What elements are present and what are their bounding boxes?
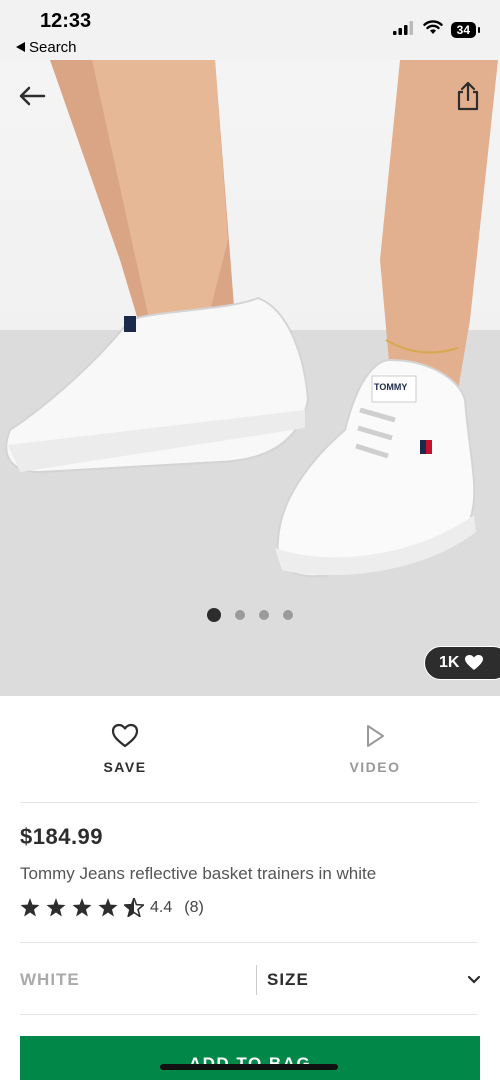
product-price: $184.99	[20, 824, 104, 849]
divider	[20, 802, 478, 803]
product-rating[interactable]: 4.4 (8)	[20, 898, 204, 917]
share-icon	[457, 81, 479, 111]
size-select[interactable]: SIZE	[257, 970, 480, 990]
star-half-icon	[124, 898, 144, 917]
carousel-dot[interactable]	[283, 610, 293, 620]
size-label: SIZE	[267, 970, 309, 989]
colour-value: WHITE	[20, 970, 80, 989]
signal-icon	[392, 20, 415, 40]
svg-text:TOMMY: TOMMY	[374, 382, 407, 392]
heart-outline-icon	[111, 723, 139, 748]
video-button[interactable]: VIDEO	[250, 696, 500, 802]
play-icon	[367, 725, 384, 747]
rating-value: 4.4	[150, 898, 173, 916]
video-label: VIDEO	[349, 759, 401, 775]
carousel-dot[interactable]	[207, 608, 221, 622]
back-to-search-label: Search	[29, 39, 77, 56]
save-label: SAVE	[103, 759, 147, 775]
share-button[interactable]	[454, 80, 482, 112]
star-filled-icon	[72, 898, 92, 917]
carousel-dots[interactable]	[0, 608, 500, 622]
battery-indicator: 34	[450, 22, 481, 38]
carousel-dot[interactable]	[259, 610, 269, 620]
star-filled-icon	[98, 898, 118, 917]
save-button[interactable]: SAVE	[0, 696, 250, 802]
status-time: 12:33	[40, 10, 92, 32]
rating-stars	[20, 898, 144, 917]
back-triangle-icon	[16, 39, 25, 56]
divider	[20, 1014, 478, 1015]
status-indicators: 34	[392, 20, 481, 40]
chevron-down-icon	[468, 976, 480, 984]
status-bar: 12:33 Search 34	[0, 0, 500, 60]
product-actions: SAVE VIDEO	[0, 696, 500, 802]
wifi-icon	[422, 20, 443, 40]
likes-count: 1K	[439, 654, 460, 671]
star-filled-icon	[20, 898, 40, 917]
add-to-bag-button[interactable]: ADD TO BAG	[20, 1036, 480, 1080]
product-image-carousel[interactable]: TOMMY 1K	[0, 60, 500, 696]
product-photo: TOMMY	[0, 60, 500, 696]
rating-count: (8)	[184, 898, 204, 916]
star-filled-icon	[46, 898, 66, 917]
heart-filled-icon	[465, 655, 484, 670]
likes-badge[interactable]: 1K	[424, 646, 500, 680]
arrow-left-icon	[19, 86, 46, 106]
carousel-dot[interactable]	[235, 610, 245, 620]
product-title: Tommy Jeans reflective basket trainers i…	[20, 864, 377, 883]
home-indicator	[160, 1064, 338, 1070]
variant-selectors: WHITE SIZE	[20, 960, 480, 1000]
back-arrow-button[interactable]	[16, 80, 48, 112]
divider	[20, 942, 478, 943]
back-to-search-link[interactable]: Search	[16, 39, 77, 56]
